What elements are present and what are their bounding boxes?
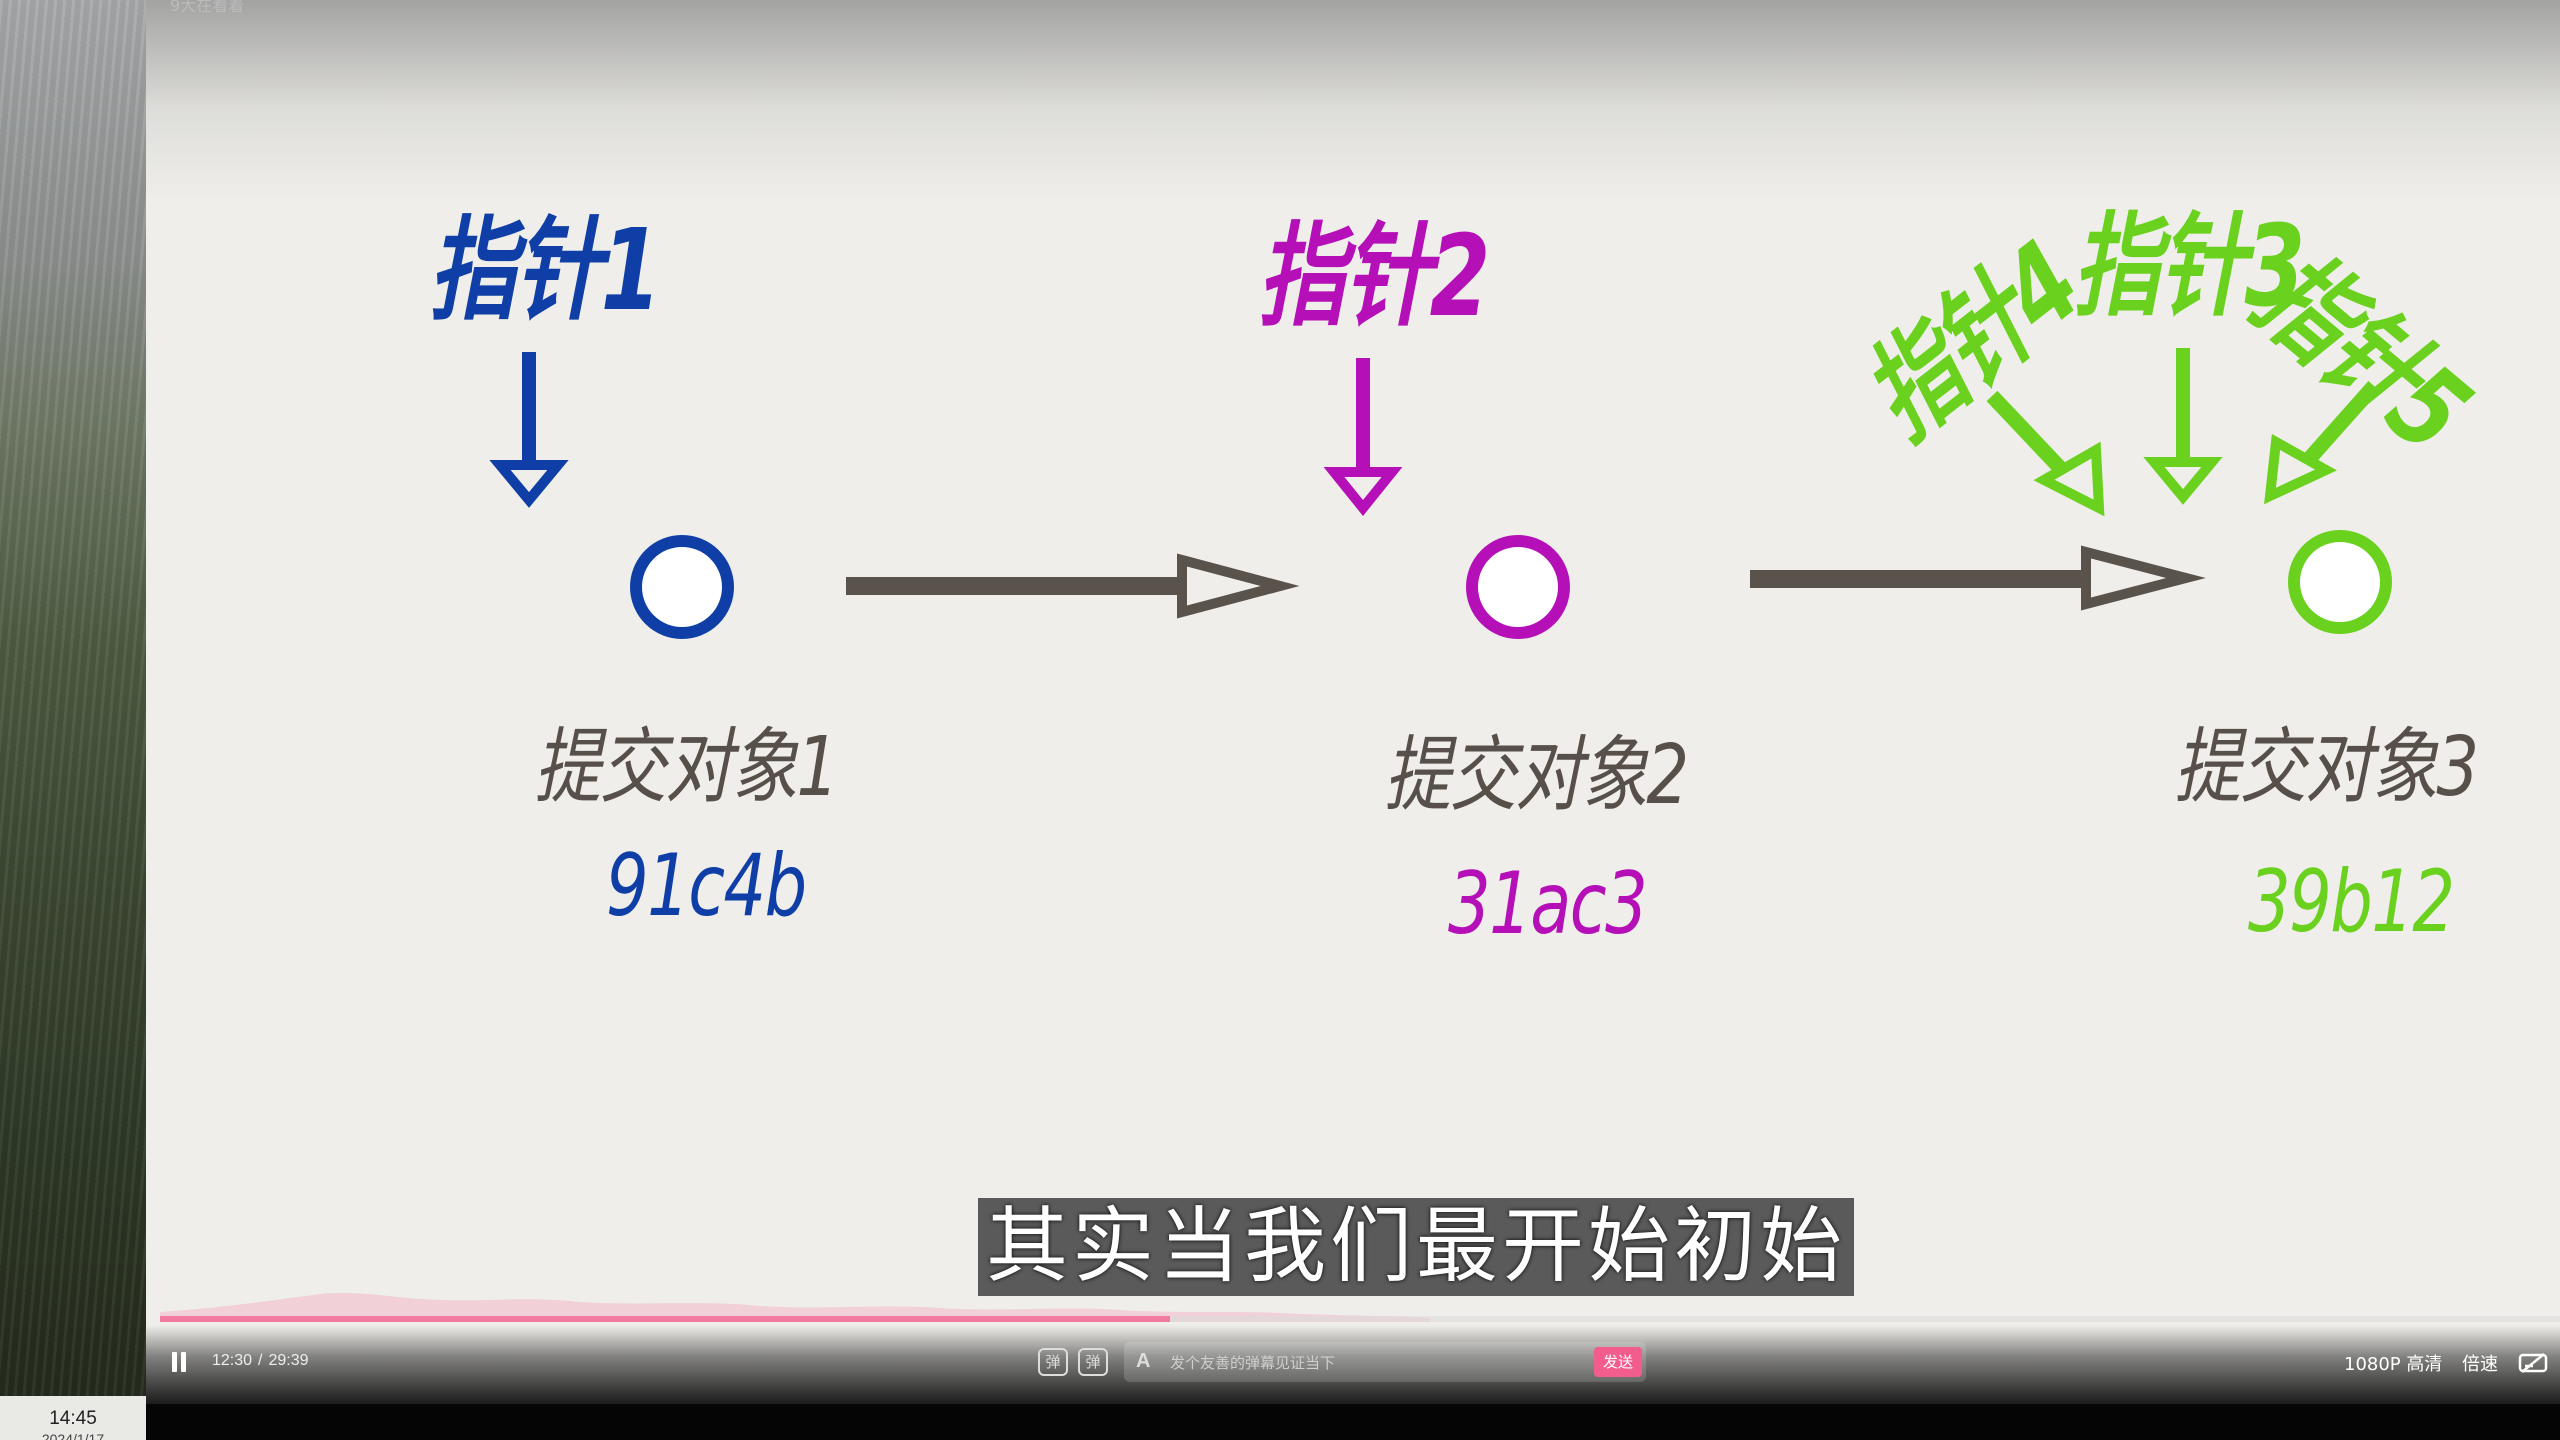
video-frame-diagram: 指针1 指针2 指针3 指针4 指针5 提交对象1 91c4b 提交对象2 31… [146,0,2560,1300]
desktop-wallpaper [0,0,146,1440]
clock-date: 2024/1/17 [41,1431,105,1440]
send-danmaku-button[interactable]: 发送 [1594,1347,1642,1377]
link-arrow-2-3 [1750,545,2206,611]
commit-3-hash: 39b12 [2248,852,2455,952]
player-bottom-bar [146,1404,2560,1440]
clock-time: 14:45 [49,1408,97,1429]
progress-bar[interactable] [160,1316,2560,1322]
video-player[interactable]: 9大在看着 指针1 指针2 指针3 指针4 指针5 提交对象1 91c4b 提交… [146,0,2560,1404]
grass-texture [0,0,146,1440]
pause-icon-bar [172,1352,177,1372]
control-bar: 12:30 / 29:39 弹 弹 A 发送 1080P 高清 倍速 [146,1330,2560,1390]
pointer-2-arrow [1323,358,1403,516]
pointer-5-arrow [2264,381,2380,505]
commit-2-node [1466,535,1570,639]
commit-1-node [630,535,734,639]
progress-played [160,1316,1171,1322]
pause-button[interactable] [170,1352,188,1372]
speed-selector[interactable]: 倍速 [2462,1350,2498,1376]
commit-1-hash: 91c4b [606,836,807,936]
commit-3-node [2288,530,2392,634]
diagram-graphics [489,348,2392,639]
danmaku-input[interactable] [1168,1348,1532,1378]
duration: 29:39 [268,1352,309,1369]
quality-selector[interactable]: 1080P 高清 [2344,1350,2442,1376]
current-time: 12:30 [212,1352,253,1369]
link-arrow-1-2 [846,553,1300,619]
commit-2-hash: 31ac3 [1448,854,1648,954]
taskbar-clock[interactable]: 14:45 2024/1/17 [0,1396,146,1440]
commit-2-name: 提交对象2 [1384,728,1689,823]
commit-1-name: 提交对象1 [534,720,839,815]
danmaku-settings-icon[interactable]: 弹 [1078,1348,1108,1376]
high-energy-wave [160,1292,1430,1322]
danmaku-style-icon[interactable]: A [1136,1350,1150,1373]
pointer-4-arrow [1986,390,2105,517]
time-display: 12:30 / 29:39 [212,1352,315,1370]
pointer-1-arrow [489,352,569,508]
time-separator: / [258,1352,263,1369]
danmaku-input-box: A 发送 [1124,1342,1646,1382]
subtitle-toggle-icon[interactable] [2518,1352,2548,1374]
pointer-3-arrow [2143,348,2223,505]
danmaku-toggle-icon[interactable]: 弹 [1038,1348,1068,1376]
commit-3-name: 提交对象3 [2174,720,2479,815]
pause-icon-bar [181,1352,186,1372]
